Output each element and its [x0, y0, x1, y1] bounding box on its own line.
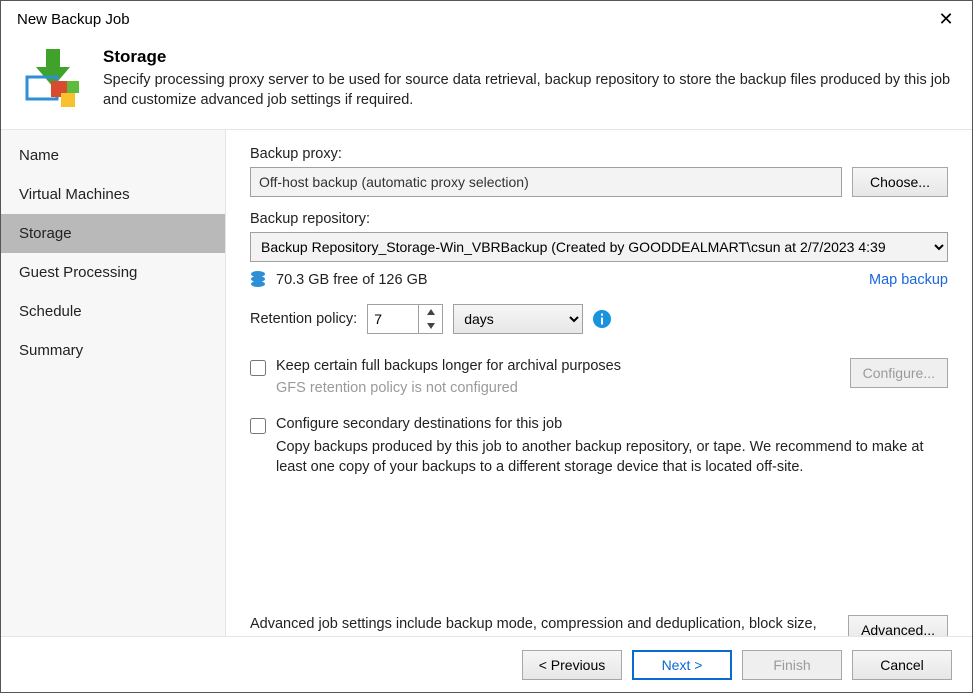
info-icon[interactable] [593, 310, 611, 328]
keep-full-backups-label: Keep certain full backups longer for arc… [276, 358, 838, 374]
previous-button[interactable]: < Previous [522, 650, 622, 680]
wizard-footer: < Previous Next > Finish Cancel [1, 636, 972, 692]
map-backup-link[interactable]: Map backup [869, 272, 948, 288]
gfs-note: GFS retention policy is not configured [276, 380, 838, 396]
secondary-destinations-checkbox[interactable] [250, 418, 266, 434]
secondary-destinations-label: Configure secondary destinations for thi… [276, 416, 948, 432]
backup-proxy-field[interactable]: Off-host backup (automatic proxy selecti… [250, 167, 842, 197]
configure-gfs-button: Configure... [850, 358, 948, 388]
header: Storage Specify processing proxy server … [1, 37, 972, 130]
sidebar-item-summary[interactable]: Summary [1, 331, 225, 370]
spin-up-icon[interactable] [419, 305, 442, 319]
sidebar-item-virtual-machines[interactable]: Virtual Machines [1, 175, 225, 214]
sidebar-item-schedule[interactable]: Schedule [1, 292, 225, 331]
retention-label: Retention policy: [250, 311, 357, 327]
page-description: Specify processing proxy server to be us… [103, 71, 952, 110]
spin-down-icon[interactable] [419, 319, 442, 333]
backup-repository-label: Backup repository: [250, 211, 948, 227]
retention-value-field[interactable] [368, 305, 418, 333]
content-pane: Backup proxy: Off-host backup (automatic… [226, 130, 972, 668]
sidebar-item-name[interactable]: Name [1, 136, 225, 175]
retention-unit-select[interactable]: days [453, 304, 583, 334]
disk-stack-icon [250, 270, 266, 290]
sidebar-item-guest-processing[interactable]: Guest Processing [1, 253, 225, 292]
next-button[interactable]: Next > [632, 650, 732, 680]
retention-value-input[interactable] [367, 304, 443, 334]
close-icon[interactable]: ✕ [932, 9, 960, 30]
secondary-destinations-desc: Copy backups produced by this job to ano… [276, 438, 948, 477]
sidebar-item-storage[interactable]: Storage [1, 214, 225, 253]
backup-repository-select[interactable]: Backup Repository_Storage-Win_VBRBackup … [250, 232, 948, 262]
keep-full-backups-checkbox[interactable] [250, 360, 266, 376]
choose-proxy-button[interactable]: Choose... [852, 167, 948, 197]
titlebar: New Backup Job ✕ [1, 1, 972, 37]
backup-proxy-label: Backup proxy: [250, 146, 948, 162]
page-title: Storage [103, 47, 952, 67]
finish-button: Finish [742, 650, 842, 680]
wizard-sidebar: Name Virtual Machines Storage Guest Proc… [1, 130, 226, 668]
free-space-text: 70.3 GB free of 126 GB [276, 272, 428, 288]
cancel-button[interactable]: Cancel [852, 650, 952, 680]
storage-download-icon [21, 47, 85, 111]
window-title: New Backup Job [17, 11, 130, 28]
